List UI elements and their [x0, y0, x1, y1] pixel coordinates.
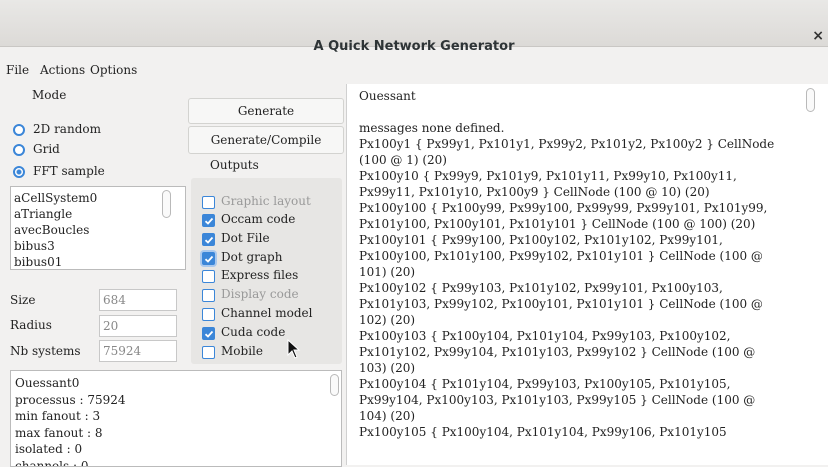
nb-systems-input[interactable]: 75924 — [99, 340, 177, 362]
log-line: Px101y102, Px99y104, Px101y103, Px99y102… — [359, 344, 828, 360]
label-express-files: Express files — [221, 268, 298, 282]
log-line: Px100y10 { Px99y9, Px101y9, Px101y11, Px… — [359, 168, 828, 184]
log-line: Px100y101 { Px99y100, Px100y102, Px101y1… — [359, 232, 828, 248]
stats-line: channels : 0 — [15, 458, 337, 467]
checkbox-cuda-code[interactable] — [202, 327, 215, 340]
log-line: Px100y100 { Px100y99, Px99y100, Px99y99,… — [359, 200, 828, 216]
radio-label-grid: Grid — [33, 142, 60, 156]
stats-line: processus : 75924 — [15, 392, 337, 409]
label-channel-model: Channel model — [221, 306, 313, 320]
log-line: Px100y100, Px101y100, Px99y102, Px101y10… — [359, 248, 828, 264]
stats-panel: Ouessant0 processus : 75924 min fanout :… — [10, 370, 342, 467]
label-display-code: Display code — [221, 287, 299, 301]
log-line: Px101y103, Px99y102, Px100y101, Px101y10… — [359, 296, 828, 312]
checkbox-dot-graph[interactable] — [202, 252, 215, 265]
menu-options[interactable]: Options — [90, 63, 137, 77]
checkbox-display-code[interactable] — [202, 289, 215, 302]
log-line: Px101y100, Px100y101, Px101y101 } CellNo… — [359, 216, 828, 232]
stats-line: isolated : 0 — [15, 441, 337, 458]
log-line: Px100y104 { Px101y104, Px99y103, Px100y1… — [359, 376, 828, 392]
log-line: Ouessant — [359, 88, 828, 104]
size-input[interactable]: 684 — [99, 289, 177, 311]
checkbox-mobile[interactable] — [202, 346, 215, 359]
log-line: 102) (20) — [359, 312, 828, 328]
mode-label: Mode — [32, 88, 66, 102]
label-dot-graph: Dot graph — [221, 250, 282, 264]
checkbox-express-files[interactable] — [202, 270, 215, 283]
log-line: Px100y103 { Px100y104, Px101y104, Px99y1… — [359, 328, 828, 344]
radio-2d-random[interactable] — [13, 124, 25, 136]
radio-grid[interactable] — [13, 144, 25, 156]
list-item[interactable]: bibus01 — [14, 254, 182, 270]
list-item[interactable]: aCellSystem0 — [14, 190, 182, 206]
outputs-label: Outputs — [210, 158, 259, 172]
list-item[interactable]: avecBoucles — [14, 222, 182, 238]
label-graphic-layout: Graphic layout — [221, 194, 311, 208]
log-line: Px99y104, Px100y103, Px101y103, Px99y105… — [359, 392, 828, 408]
window-title: A Quick Network Generator — [0, 0, 828, 46]
systems-list[interactable]: aCellSystem0 aTriangle avecBoucles bibus… — [10, 186, 186, 270]
mouse-pointer-icon — [287, 339, 301, 359]
log-line: Px99y11, Px101y10, Px100y9 } CellNode (1… — [359, 184, 828, 200]
radio-label-fft-sample: FFT sample — [33, 164, 105, 178]
checkbox-occam-code[interactable] — [202, 214, 215, 227]
radio-label-2d-random: 2D random — [33, 122, 101, 136]
log-line: 101) (20) — [359, 264, 828, 280]
checkbox-graphic-layout[interactable] — [202, 196, 215, 209]
radio-fft-sample[interactable] — [13, 166, 25, 178]
log-scrollbar[interactable] — [806, 88, 815, 112]
stats-scrollbar[interactable] — [330, 374, 339, 396]
log-line: Px100y105 { Px100y104, Px101y104, Px99y1… — [359, 424, 828, 440]
checkbox-dot-file[interactable] — [202, 233, 215, 246]
log-line: Px100y1 { Px99y1, Px101y1, Px99y2, Px101… — [359, 136, 828, 152]
close-icon[interactable]: × — [812, 28, 824, 44]
radius-label: Radius — [10, 318, 52, 332]
list-item[interactable]: bibus3 — [14, 238, 182, 254]
log-line — [359, 104, 828, 120]
log-line: Px100y102 { Px99y103, Px101y102, Px99y10… — [359, 280, 828, 296]
nb-systems-label: Nb systems — [10, 344, 81, 358]
list-item[interactable]: aTriangle — [14, 206, 182, 222]
log-line: (100 @ 1) (20) — [359, 152, 828, 168]
label-mobile: Mobile — [221, 344, 263, 358]
stats-line: max fanout : 8 — [15, 425, 337, 442]
label-cuda-code: Cuda code — [221, 325, 285, 339]
systems-list-scrollbar[interactable] — [162, 190, 171, 218]
label-dot-file: Dot File — [221, 231, 270, 245]
label-occam-code: Occam code — [221, 212, 295, 226]
stats-line: Ouessant0 — [15, 375, 337, 392]
generate-compile-button[interactable]: Generate/Compile — [188, 126, 344, 154]
size-label: Size — [10, 293, 35, 307]
log-line: 104) (20) — [359, 408, 828, 424]
log-panel: Ouessant messages none defined.Px100y1 { … — [346, 84, 828, 465]
menu-actions[interactable]: Actions — [40, 63, 85, 77]
stats-line: min fanout : 3 — [15, 408, 337, 425]
radius-input[interactable]: 20 — [99, 315, 177, 337]
log-line: messages none defined. — [359, 120, 828, 136]
log-line: 103) (20) — [359, 360, 828, 376]
checkbox-channel-model[interactable] — [202, 308, 215, 321]
generate-button[interactable]: Generate — [188, 98, 344, 124]
menu-file[interactable]: File — [6, 63, 29, 77]
